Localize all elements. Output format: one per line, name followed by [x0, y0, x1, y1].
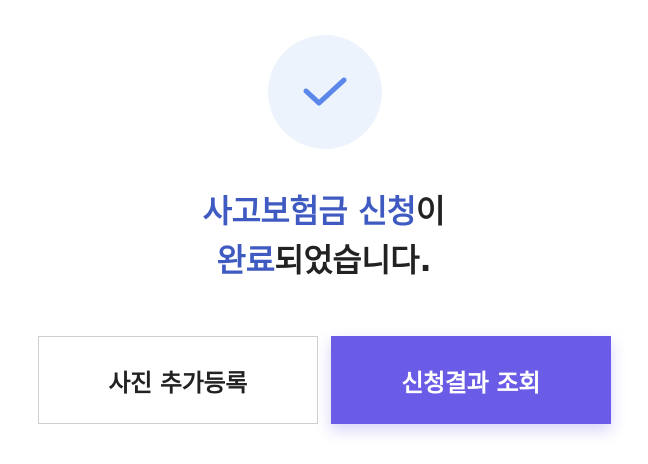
message-text: 이	[416, 192, 446, 230]
message-line-2: 완료되었습니다.	[0, 236, 648, 285]
message-line-1: 사고보험금 신청이	[0, 187, 648, 236]
message-highlight-claim: 사고보험금 신청	[202, 192, 417, 230]
success-check-badge	[268, 35, 382, 149]
add-photo-button[interactable]: 사진 추가등록	[38, 336, 318, 424]
check-icon	[303, 77, 347, 106]
message-highlight-complete: 완료	[216, 241, 275, 279]
completion-message: 사고보험금 신청이 완료되었습니다.	[0, 187, 648, 285]
message-text: 되었습니다.	[274, 241, 432, 279]
view-claim-result-button[interactable]: 신청결과 조회	[331, 336, 611, 424]
